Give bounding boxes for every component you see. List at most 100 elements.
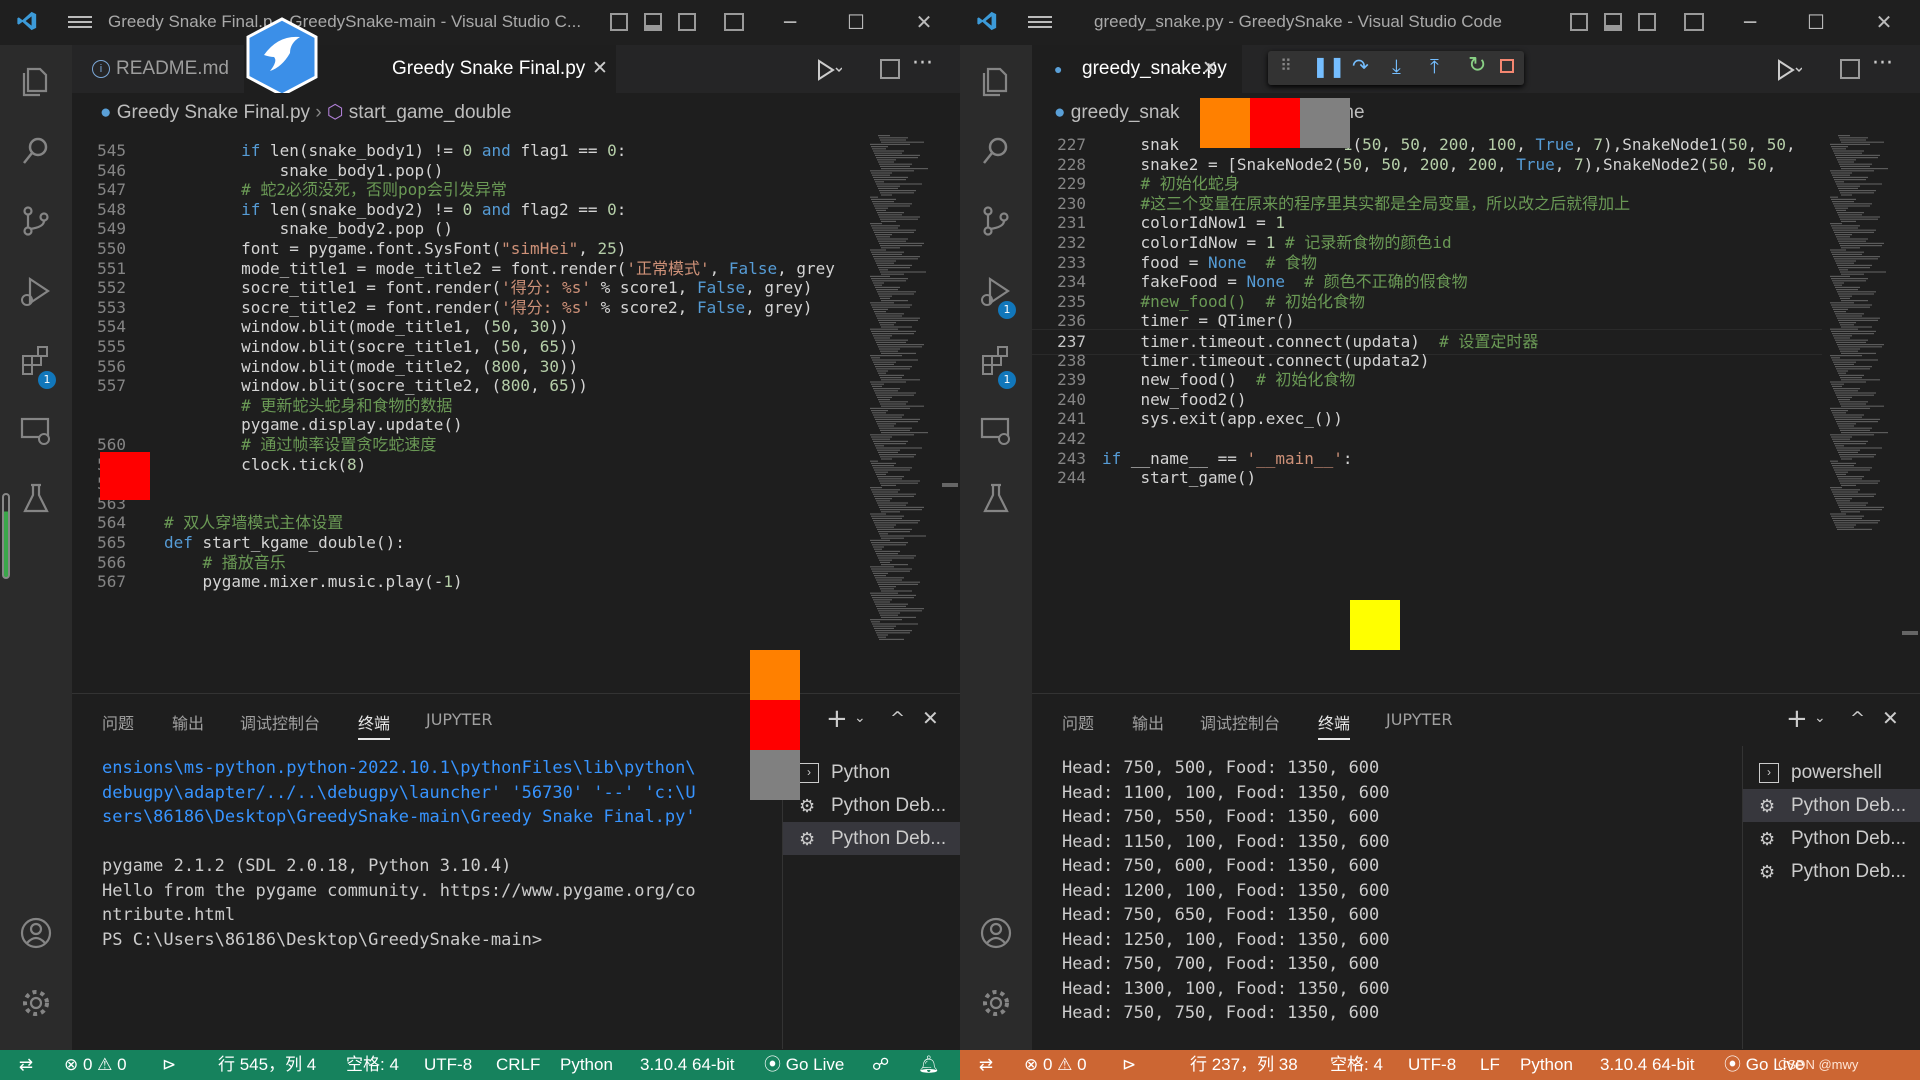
terminal-item[interactable]: ⚙ Python Deb... <box>783 822 960 855</box>
restart-icon[interactable]: ↻ <box>1468 53 1486 78</box>
new-terminal-icon[interactable]: + <box>826 704 848 734</box>
toggle-panel-icon[interactable] <box>644 13 662 31</box>
testing-icon[interactable] <box>978 481 1014 517</box>
tab-jupyter[interactable]: JUPYTER <box>1386 710 1453 729</box>
notifications-icon[interactable]: 🔔︎ <box>918 1050 940 1080</box>
run-python-icon[interactable] <box>816 59 842 81</box>
encoding[interactable]: UTF-8 <box>424 1050 472 1080</box>
indentation[interactable]: 空格: 4 <box>346 1050 399 1080</box>
eol[interactable]: LF <box>1480 1050 1500 1080</box>
editor-scrollbar[interactable] <box>1900 133 1920 693</box>
terminal-item[interactable]: ⚙ Python Deb... <box>1743 855 1920 888</box>
run-debug-icon[interactable] <box>18 273 54 309</box>
settings-gear-icon[interactable] <box>18 985 54 1021</box>
tab-output[interactable]: 输出 <box>1132 710 1164 734</box>
maximize-icon[interactable]: ☐ <box>844 10 868 34</box>
terminal-output[interactable]: Head: 750, 500, Food: 1350, 600 Head: 110… <box>1062 756 1742 1036</box>
indentation[interactable]: 空格: 4 <box>1330 1050 1383 1080</box>
toggle-panel-icon[interactable] <box>1604 13 1622 31</box>
pause-icon[interactable]: ❚❚ <box>1312 54 1346 78</box>
code-line[interactable]: 244 start_game() <box>1032 466 1822 490</box>
tab-problems[interactable]: 问题 <box>1062 710 1094 734</box>
chevron-down-icon[interactable]: ⌄ <box>854 710 866 726</box>
terminal-item[interactable]: ⚙ Python Deb... <box>1743 822 1920 855</box>
breadcrumb-file[interactable]: greedy_snak <box>1071 102 1180 123</box>
drag-handle-icon[interactable]: ⠿ <box>1280 56 1292 75</box>
tab-debug-console[interactable]: 调试控制台 <box>1200 710 1280 734</box>
close-panel-icon[interactable]: ✕ <box>1882 706 1899 730</box>
go-live-button[interactable]: ⦿ Go Live <box>764 1050 844 1080</box>
minimap[interactable] <box>1828 133 1900 693</box>
search-icon[interactable] <box>978 133 1014 169</box>
explorer-icon[interactable] <box>18 63 54 99</box>
terminal-item[interactable]: ⚙ Python Deb... <box>783 789 960 822</box>
code-editor[interactable]: 227 snak 1(50, 50, 200, 100, True, 7),Sn… <box>1032 133 1822 693</box>
breadcrumb-symbol[interactable]: start_game_double <box>349 102 512 123</box>
search-icon[interactable] <box>18 133 54 169</box>
stop-icon[interactable] <box>1500 59 1514 73</box>
maximize-panel-icon[interactable]: ^ <box>1850 708 1865 729</box>
account-icon[interactable] <box>18 915 54 951</box>
tab-terminal[interactable]: 终端 <box>358 710 391 740</box>
new-terminal-icon[interactable]: + <box>1786 704 1808 734</box>
tab-debug-console[interactable]: 调试控制台 <box>240 710 320 734</box>
menu-icon[interactable] <box>1028 13 1052 31</box>
terminal-item[interactable]: ⚙ Python Deb... <box>1743 789 1920 822</box>
code-line[interactable]: 567 pygame.mixer.music.play(-1) <box>72 570 862 594</box>
source-control-icon[interactable] <box>18 203 54 239</box>
more-actions-icon[interactable]: ··· <box>1872 51 1893 76</box>
step-out-icon[interactable]: ⤒ <box>1430 54 1439 78</box>
remote-explorer-icon[interactable] <box>18 413 54 449</box>
tab-output[interactable]: 输出 <box>172 710 204 734</box>
language-mode[interactable]: Python <box>1520 1050 1573 1080</box>
tab-terminal[interactable]: 终端 <box>1318 710 1351 740</box>
breadcrumb-file[interactable]: Greedy Snake Final.py <box>117 102 310 123</box>
explorer-icon[interactable] <box>978 63 1014 99</box>
cursor-position[interactable]: 行 545，列 4 <box>218 1050 316 1080</box>
toggle-sidebar-icon[interactable] <box>1570 13 1588 31</box>
terminal-item[interactable]: › powershell <box>1743 756 1920 789</box>
remote-icon[interactable]: ⇄ <box>0 1050 52 1080</box>
maximize-panel-icon[interactable]: ^ <box>890 708 905 729</box>
tab-greedy-snake[interactable]: ● greedy_snake.py ✕ <box>1032 45 1242 93</box>
menu-icon[interactable] <box>68 13 92 31</box>
close-tab-icon[interactable]: ✕ <box>1202 45 1218 93</box>
feedback-icon[interactable]: ☍ <box>872 1050 889 1080</box>
step-over-icon[interactable]: ↷ <box>1352 54 1369 78</box>
maximize-icon[interactable]: ☐ <box>1804 10 1828 34</box>
account-icon[interactable] <box>978 915 1014 951</box>
testing-icon[interactable] <box>18 481 54 517</box>
debug-status-icon[interactable]: ⊳ <box>1122 1050 1136 1080</box>
interpreter[interactable]: 3.10.4 64-bit <box>1600 1050 1695 1080</box>
split-editor-icon[interactable] <box>880 59 900 79</box>
minimize-icon[interactable]: ─ <box>1738 10 1762 34</box>
close-tab-icon[interactable]: ✕ <box>592 45 608 93</box>
code-editor[interactable]: 545 if len(snake_body1) != 0 and flag1 =… <box>72 133 862 693</box>
customize-layout-icon[interactable] <box>724 13 744 31</box>
encoding[interactable]: UTF-8 <box>1408 1050 1456 1080</box>
minimap[interactable] <box>868 133 940 693</box>
cursor-position[interactable]: 行 237，列 38 <box>1190 1050 1298 1080</box>
eol[interactable]: CRLF <box>496 1050 540 1080</box>
close-window-icon[interactable]: ✕ <box>912 10 936 34</box>
split-editor-icon[interactable] <box>1840 59 1860 79</box>
remote-explorer-icon[interactable] <box>978 413 1014 449</box>
customize-layout-icon[interactable] <box>1684 13 1704 31</box>
tab-jupyter[interactable]: JUPYTER <box>426 710 493 729</box>
debug-status-icon[interactable]: ⊳ <box>162 1050 176 1080</box>
terminal-item[interactable]: › Python <box>783 756 960 789</box>
toggle-secondary-sidebar-icon[interactable] <box>1638 13 1656 31</box>
editor-scrollbar[interactable] <box>940 133 960 693</box>
tab-readme[interactable]: i README.md <box>72 45 240 93</box>
language-mode[interactable]: Python <box>560 1050 613 1080</box>
close-panel-icon[interactable]: ✕ <box>922 706 939 730</box>
terminal-output[interactable]: ensions\ms-python.python-2022.10.1\pytho… <box>102 756 842 1016</box>
interpreter[interactable]: 3.10.4 64-bit <box>640 1050 735 1080</box>
toggle-secondary-sidebar-icon[interactable] <box>678 13 696 31</box>
minimize-icon[interactable]: ─ <box>778 10 802 34</box>
settings-gear-icon[interactable] <box>978 985 1014 1021</box>
source-control-icon[interactable] <box>978 203 1014 239</box>
run-python-icon[interactable] <box>1776 59 1802 81</box>
problems-status[interactable]: ⊗ 0 ⚠ 0 <box>1024 1050 1087 1080</box>
more-actions-icon[interactable]: ··· <box>912 51 933 76</box>
